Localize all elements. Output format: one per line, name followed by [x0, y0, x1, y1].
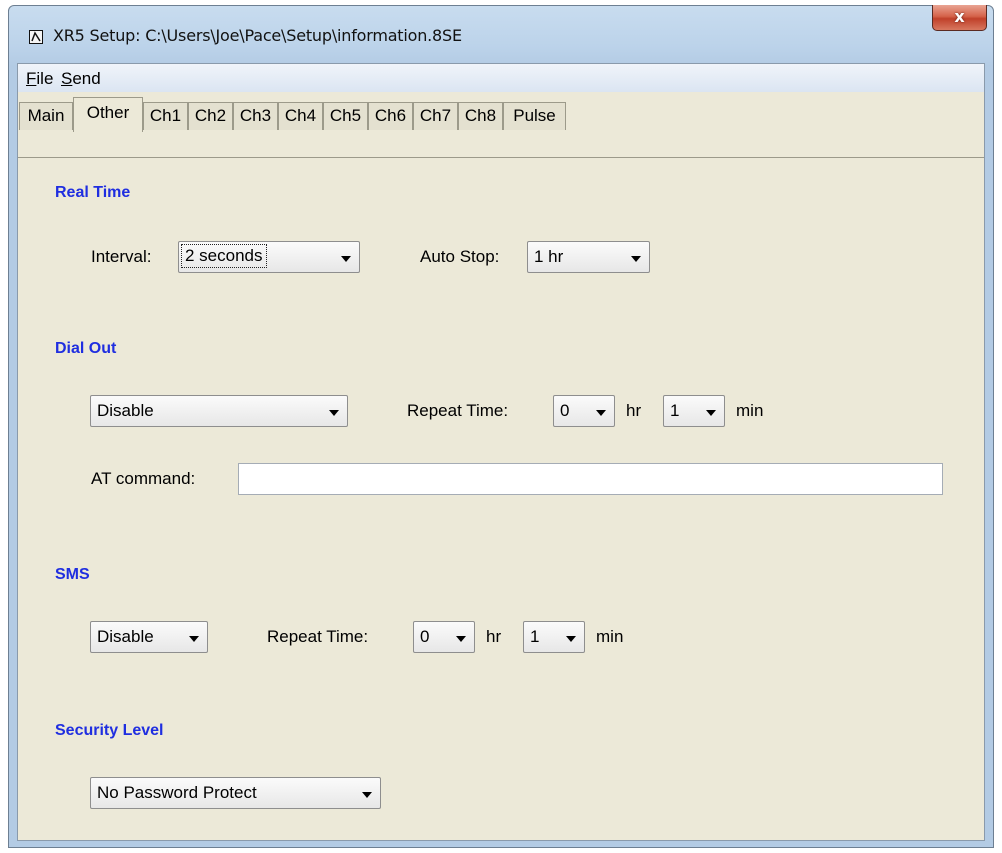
sms-min-unit: min — [596, 627, 624, 646]
tab-ch6[interactable]: Ch6 — [368, 102, 413, 130]
other-tab-panel: Real Time Interval: 2 seconds Auto Stop:… — [18, 130, 984, 840]
auto-stop-value: 1 hr — [534, 247, 564, 266]
security-level-select[interactable]: No Password Protect — [90, 777, 381, 809]
tab-ch1[interactable]: Ch1 — [143, 102, 188, 130]
auto-stop-label: Auto Stop: — [420, 247, 500, 266]
tab-main[interactable]: Main — [19, 102, 73, 130]
chevron-down-icon — [596, 410, 606, 416]
dial-out-min-unit: min — [736, 401, 764, 420]
chevron-down-icon — [456, 636, 466, 642]
tab-ch3[interactable]: Ch3 — [233, 102, 278, 130]
chevron-down-icon — [362, 792, 372, 798]
chevron-down-icon — [566, 636, 576, 642]
sms-select[interactable]: Disable — [90, 621, 208, 653]
chevron-down-icon — [631, 256, 641, 262]
window-title: XR5 Setup: C:\Users\Joe\Pace\Setup\infor… — [53, 26, 462, 45]
dial-out-heading: Dial Out — [55, 340, 117, 357]
tab-ch2[interactable]: Ch2 — [188, 102, 233, 130]
sms-hr-unit: hr — [486, 627, 502, 646]
sms-minute-value: 1 — [530, 627, 540, 646]
dial-out-value: Disable — [97, 401, 154, 420]
sms-hour-value: 0 — [420, 627, 430, 646]
security-level-heading: Security Level — [55, 722, 164, 739]
menu-send-mnemonic: S — [61, 69, 73, 88]
interval-select[interactable]: 2 seconds — [178, 241, 360, 273]
sms-hour-select[interactable]: 0 — [413, 621, 475, 653]
menu-send[interactable]: Send — [61, 69, 101, 89]
chevron-down-icon — [329, 410, 339, 416]
chevron-down-icon — [706, 410, 716, 416]
dial-out-repeat-label: Repeat Time: — [407, 401, 509, 420]
tab-pulse[interactable]: Pulse — [503, 102, 566, 130]
dial-out-select[interactable]: Disable — [90, 395, 348, 427]
app-icon[interactable] — [29, 30, 43, 44]
title-bar[interactable]: XR5 Setup: C:\Users\Joe\Pace\Setup\infor… — [9, 5, 993, 58]
menu-file-mnemonic: F — [26, 69, 37, 88]
dial-out-hour-value: 0 — [560, 401, 570, 420]
menu-file-label: ile — [36, 69, 54, 88]
interval-value: 2 seconds — [181, 244, 267, 268]
sms-heading: SMS — [55, 566, 90, 583]
sms-value: Disable — [97, 627, 154, 646]
at-command-label: AT command: — [91, 469, 196, 488]
real-time-heading: Real Time — [55, 184, 131, 201]
security-level-value: No Password Protect — [97, 783, 257, 802]
menu-send-label: end — [72, 69, 101, 88]
chevron-down-icon — [341, 256, 351, 262]
dial-out-hr-unit: hr — [626, 401, 642, 420]
client-area: File Send Main Other Ch1 Ch2 Ch3 Ch4 Ch5… — [17, 63, 985, 841]
auto-stop-select[interactable]: 1 hr — [527, 241, 650, 273]
menu-bar: File Send — [18, 64, 984, 92]
chevron-down-icon — [189, 636, 199, 642]
interval-label: Interval: — [91, 247, 152, 266]
dial-out-minute-value: 1 — [670, 401, 680, 420]
tab-ch4[interactable]: Ch4 — [278, 102, 323, 130]
tab-ch8[interactable]: Ch8 — [458, 102, 503, 130]
tab-other[interactable]: Other — [73, 97, 143, 132]
dial-out-hour-select[interactable]: 0 — [553, 395, 615, 427]
tab-ch7[interactable]: Ch7 — [413, 102, 458, 130]
sms-minute-select[interactable]: 1 — [523, 621, 585, 653]
close-button[interactable]: x — [932, 5, 987, 31]
menu-file[interactable]: File — [26, 69, 53, 89]
at-command-input[interactable] — [238, 463, 943, 495]
app-window: XR5 Setup: C:\Users\Joe\Pace\Setup\infor… — [8, 5, 994, 848]
sms-repeat-label: Repeat Time: — [267, 627, 369, 646]
dial-out-minute-select[interactable]: 1 — [663, 395, 725, 427]
tab-ch5[interactable]: Ch5 — [323, 102, 368, 130]
